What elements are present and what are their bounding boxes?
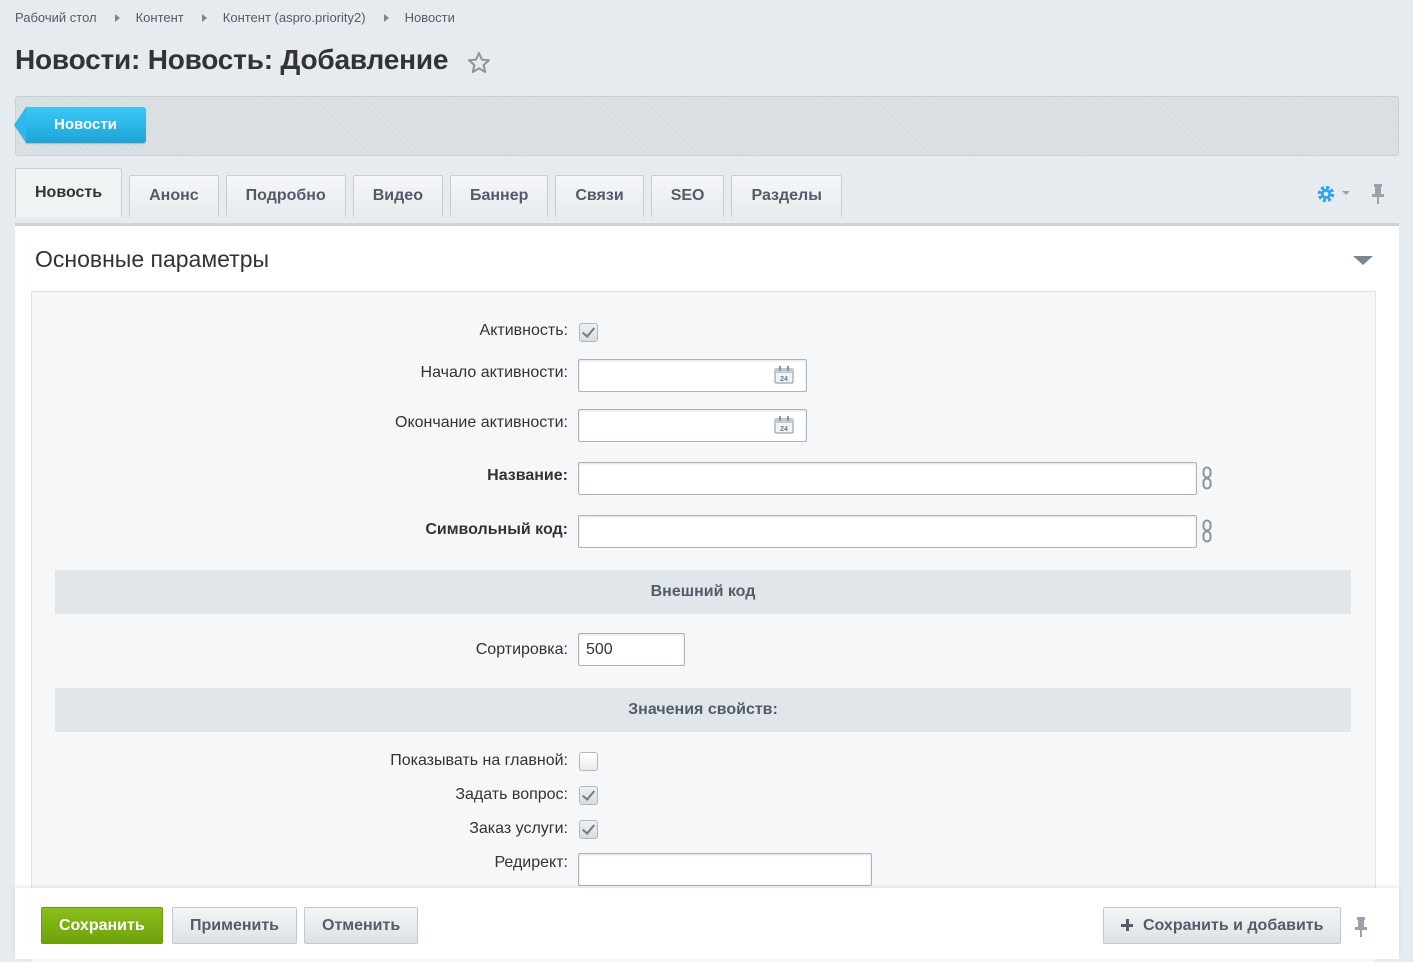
properties-header: Значения свойств: [55,688,1351,732]
breadcrumb-desktop[interactable]: Рабочий стол [15,10,97,25]
plus-icon [1121,919,1133,931]
breadcrumb-separator-icon [114,13,120,22]
tab-seo[interactable]: SEO [650,175,725,217]
edit-panel: Основные параметры Активность: Начало ак… [15,223,1399,962]
tab-details[interactable]: Подробно [225,175,346,217]
apply-button[interactable]: Применить [172,907,298,944]
toolbar: Новости [14,96,1399,156]
active-from-input[interactable] [578,359,807,392]
active-checkbox[interactable] [579,323,598,342]
breadcrumb-separator-icon [201,13,207,22]
tab-sections[interactable]: Разделы [731,175,842,217]
pin-icon[interactable] [1353,916,1369,938]
order-service-label: Заказ услуги: [469,820,568,837]
breadcrumb-content[interactable]: Контент [136,10,184,25]
show-on-main-label: Показывать на главной: [390,752,568,769]
back-to-news-button[interactable]: Новости [14,107,146,143]
cancel-button[interactable]: Отменить [304,907,419,944]
section-title: Основные параметры [35,246,270,272]
tab-links[interactable]: Связи [555,175,644,217]
ask-question-checkbox[interactable] [579,786,598,805]
sort-input[interactable] [578,633,685,666]
footer-action-bar: Сохранить Применить Отменить Сохранить и… [15,888,1399,959]
name-label: Название: [487,467,568,484]
save-and-add-button[interactable]: Сохранить и добавить [1103,907,1342,944]
external-code-header: Внешний код [55,570,1351,614]
active-to-input[interactable] [578,409,807,442]
tab-banner[interactable]: Баннер [449,175,549,217]
page-title: Новости: Новость: Добавление [15,44,449,75]
tab-announce[interactable]: Анонс [129,175,219,217]
breadcrumb: Рабочий стол Контент Контент (aspro.prio… [15,10,455,25]
redirect-input[interactable] [578,853,872,886]
code-input[interactable] [578,515,1197,548]
tab-bar: Новость Анонс Подробно Видео Баннер Связ… [15,168,849,217]
star-icon[interactable] [467,51,491,75]
redirect-label: Редирект: [494,854,568,871]
order-service-checkbox[interactable] [579,820,598,839]
breadcrumb-separator-icon [383,13,389,22]
gear-icon[interactable] [1316,184,1336,204]
calendar-icon[interactable]: 24 [774,416,794,434]
tab-video[interactable]: Видео [352,175,443,217]
breadcrumb-news[interactable]: Новости [405,10,455,25]
save-and-add-label: Сохранить и добавить [1143,917,1324,934]
show-on-main-checkbox[interactable] [579,752,598,771]
active-to-label: Окончание активности: [395,414,568,431]
tab-news[interactable]: Новость [15,168,123,217]
chain-link-icon[interactable] [1201,519,1213,543]
active-label: Активность: [479,322,568,339]
active-from-label: Начало активности: [420,364,568,381]
chain-link-icon[interactable] [1201,466,1213,490]
calendar-icon[interactable]: 24 [774,366,794,384]
chevron-down-icon[interactable] [1342,191,1350,195]
ask-question-label: Задать вопрос: [455,786,568,803]
pin-icon[interactable] [1370,183,1386,205]
svg-text:24: 24 [780,376,788,383]
collapse-icon[interactable] [1353,256,1373,265]
svg-text:24: 24 [780,426,788,433]
name-input[interactable] [578,462,1197,495]
save-button[interactable]: Сохранить [41,907,163,944]
sort-label: Сортировка: [475,641,568,658]
form-area: Активность: Начало активности: 24 Оконча… [31,291,1376,962]
code-label: Символьный код: [425,521,568,538]
breadcrumb-content-aspro[interactable]: Контент (aspro.priority2) [223,10,366,25]
